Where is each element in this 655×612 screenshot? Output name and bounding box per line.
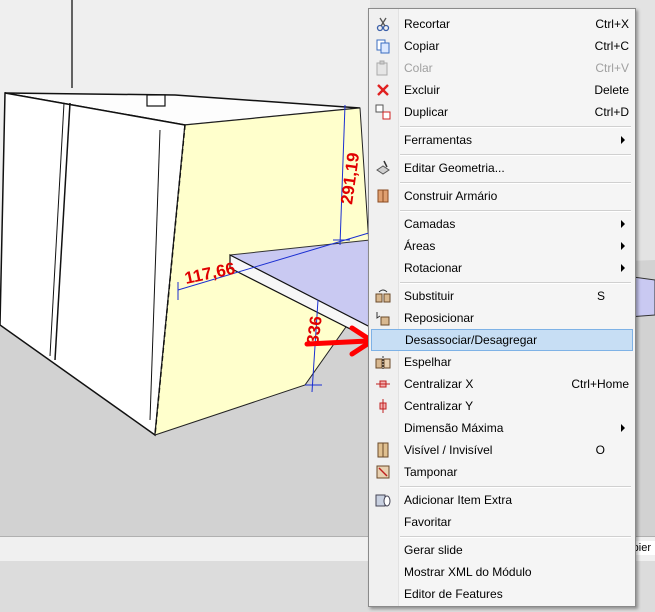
menu-item-dimensao-maxima[interactable]: Dimensão Máxima <box>371 417 633 439</box>
paste-icon <box>376 60 388 76</box>
menu-item-colar[interactable]: Colar Ctrl+V <box>371 57 633 79</box>
duplicate-icon <box>375 104 391 120</box>
submenu-arrow-icon <box>621 242 625 250</box>
menu-item-ferramentas[interactable]: Ferramentas <box>371 129 633 151</box>
menu-item-desassociar[interactable]: Desassociar/Desagregar <box>371 329 633 351</box>
submenu-arrow-icon <box>621 136 625 144</box>
menu-item-editar-geometria[interactable]: Editar Geometria... <box>371 157 633 179</box>
menu-item-editor-features[interactable]: Editor de Features <box>371 583 633 605</box>
mirror-icon <box>375 356 391 369</box>
delete-x-icon <box>377 84 389 96</box>
menu-item-espelhar[interactable]: Espelhar <box>371 351 633 373</box>
cabinet-icon <box>377 189 389 203</box>
menu-item-camadas[interactable]: Camadas <box>371 213 633 235</box>
menu-item-tamponar[interactable]: Tamponar <box>371 461 633 483</box>
menu-separator <box>400 486 631 488</box>
menu-separator <box>400 210 631 212</box>
visibility-icon <box>377 442 389 458</box>
menu-item-duplicar[interactable]: Duplicar Ctrl+D <box>371 101 633 123</box>
menu-separator <box>400 126 631 128</box>
cabinet-handle <box>146 94 166 107</box>
edit-geometry-icon <box>376 160 390 175</box>
menu-item-centralizar-x[interactable]: Centralizar X Ctrl+Home <box>371 373 633 395</box>
submenu-arrow-icon <box>621 424 625 432</box>
center-x-icon <box>376 380 390 388</box>
menu-item-areas[interactable]: Áreas <box>371 235 633 257</box>
menu-item-copiar[interactable]: Copiar Ctrl+C <box>371 35 633 57</box>
menu-item-construir-armario[interactable]: Construir Armário <box>371 185 633 207</box>
menu-separator <box>400 536 631 538</box>
menu-item-recortar[interactable]: Recortar Ctrl+X <box>371 13 633 35</box>
menu-item-adicionar-item-extra[interactable]: Adicionar Item Extra <box>371 489 633 511</box>
menu-item-reposicionar[interactable]: Reposicionar <box>371 307 633 329</box>
center-y-icon <box>379 399 387 413</box>
menu-item-gerar-slide[interactable]: Gerar slide <box>371 539 633 561</box>
menu-separator <box>400 154 631 156</box>
menu-item-favoritar[interactable]: Favoritar <box>371 511 633 533</box>
menu-item-rotacionar[interactable]: Rotacionar <box>371 257 633 279</box>
submenu-arrow-icon <box>621 220 625 228</box>
reposition-icon <box>376 312 390 326</box>
menu-item-mostrar-xml[interactable]: Mostrar XML do Módulo <box>371 561 633 583</box>
cover-icon <box>376 465 390 479</box>
copy-icon <box>376 39 390 54</box>
menu-item-substituir[interactable]: Substituir S <box>371 285 633 307</box>
menu-separator <box>400 182 631 184</box>
context-menu[interactable]: Recortar Ctrl+X Copiar Ctrl+C Colar Ctrl… <box>368 8 636 607</box>
menu-separator <box>400 282 631 284</box>
submenu-arrow-icon <box>621 264 625 272</box>
scissors-icon <box>376 17 390 32</box>
menu-item-visivel[interactable]: Visível / Invisível O <box>371 439 633 461</box>
add-extra-item-icon <box>375 494 391 507</box>
menu-item-centralizar-y[interactable]: Centralizar Y <box>371 395 633 417</box>
replace-icon <box>375 289 391 303</box>
menu-item-excluir[interactable]: Excluir Delete <box>371 79 633 101</box>
